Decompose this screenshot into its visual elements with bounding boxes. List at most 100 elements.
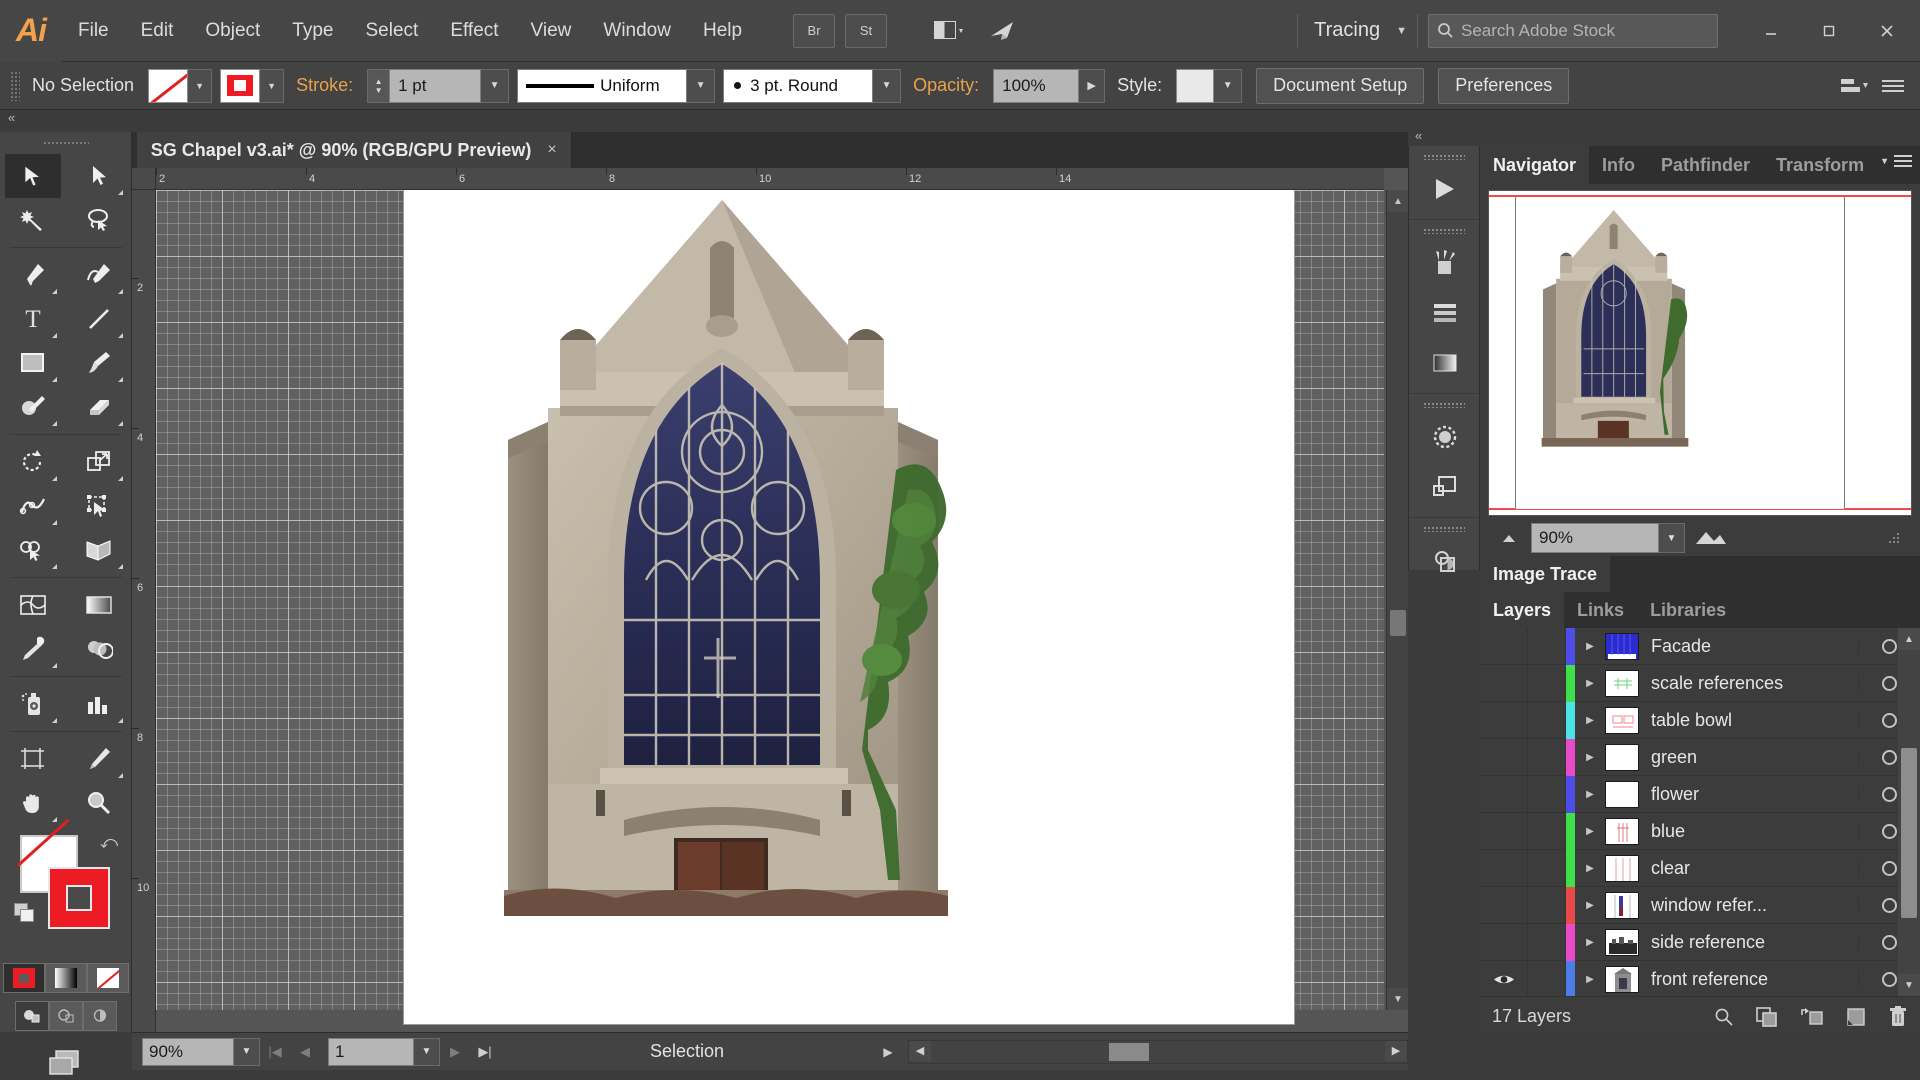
mesh-tool[interactable] — [5, 583, 61, 627]
color-mode-button[interactable] — [2, 963, 45, 993]
stroke-weight-control[interactable]: ▲ ▼ 1 pt ▼ — [367, 68, 510, 103]
make-clipping-mask-icon[interactable] — [1756, 1006, 1778, 1027]
tab-navigator[interactable]: Navigator — [1480, 146, 1590, 184]
none-mode-button[interactable] — [86, 963, 129, 993]
lasso-tool[interactable] — [71, 198, 127, 242]
stock-icon[interactable]: St — [845, 13, 888, 48]
free-transform-tool[interactable] — [71, 484, 127, 528]
table-row[interactable]: ▶ green — [1480, 738, 1920, 776]
dock-grip-3[interactable] — [1423, 402, 1465, 408]
style-swatch[interactable] — [1176, 68, 1215, 103]
artboard-number-control[interactable]: 1 ▼ — [320, 1037, 440, 1066]
draw-normal-button[interactable] — [14, 1001, 49, 1031]
navigator-zoom-control[interactable]: 90% ▼ — [1531, 523, 1685, 553]
transparency-icon[interactable] — [1409, 536, 1481, 586]
type-tool[interactable]: T — [5, 297, 61, 341]
paintbrush-tool[interactable] — [71, 341, 127, 385]
rectangle-tool[interactable] — [5, 341, 61, 385]
layers-panel-menu[interactable]: ▼ — [1880, 155, 1912, 167]
table-row[interactable]: ▶ side reference — [1480, 923, 1920, 961]
navigator-zoom-dropdown-icon[interactable]: ▼ — [1659, 523, 1685, 553]
layer-name[interactable]: scale references — [1651, 673, 1858, 694]
layer-expand-icon[interactable]: ▶ — [1575, 789, 1605, 800]
layer-lock-toggle[interactable] — [1528, 812, 1566, 850]
layer-visibility-toggle[interactable] — [1480, 738, 1528, 776]
menu-select[interactable]: Select — [350, 0, 435, 62]
control-bar-menu-icon[interactable] — [1882, 79, 1904, 92]
screen-mode-button[interactable] — [0, 1047, 131, 1079]
shaper-tool[interactable] — [5, 385, 61, 429]
gradient-icon[interactable] — [1409, 338, 1481, 388]
dock-grip-4[interactable] — [1423, 526, 1465, 532]
table-row[interactable]: ▶ window refer... — [1480, 886, 1920, 924]
table-row[interactable]: ▶ Facade — [1480, 628, 1920, 665]
fill-dropdown-icon[interactable]: ▼ — [188, 68, 213, 103]
layer-name[interactable]: side reference — [1651, 932, 1858, 953]
layer-expand-icon[interactable]: ▶ — [1575, 974, 1605, 985]
control-bar-grip[interactable] — [10, 70, 20, 101]
bridge-icon[interactable]: Br — [793, 13, 836, 48]
next-artboard-icon[interactable]: ▶ — [440, 1038, 470, 1066]
fill-control[interactable]: ▼ — [148, 68, 213, 103]
document-setup-button[interactable]: Document Setup — [1256, 67, 1425, 104]
layer-visibility-toggle[interactable] — [1480, 923, 1528, 961]
layer-name[interactable]: green — [1651, 747, 1858, 768]
layer-lock-toggle[interactable] — [1528, 923, 1566, 961]
layer-expand-icon[interactable]: ▶ — [1575, 678, 1605, 689]
layer-lock-toggle[interactable] — [1528, 701, 1566, 739]
curvature-tool[interactable] — [71, 253, 127, 297]
table-row[interactable]: ▶ scale references — [1480, 664, 1920, 702]
stroke-color-swatch[interactable] — [48, 867, 110, 929]
tab-libraries[interactable]: Libraries — [1637, 592, 1739, 628]
collapse-tools-icon[interactable]: « — [8, 110, 15, 125]
menu-type[interactable]: Type — [276, 0, 349, 62]
layer-lock-toggle[interactable] — [1528, 849, 1566, 887]
zoom-level-dropdown-icon[interactable]: ▼ — [234, 1037, 260, 1066]
eraser-tool[interactable] — [71, 385, 127, 429]
zoom-in-icon[interactable] — [1694, 529, 1728, 547]
layer-lock-toggle[interactable] — [1528, 775, 1566, 813]
layers-list[interactable]: ▶ Facade ▶ scale references ▶ table bowl… — [1480, 628, 1920, 996]
menu-view[interactable]: View — [515, 0, 588, 62]
tab-layers[interactable]: Layers — [1480, 592, 1565, 628]
brushes-icon[interactable] — [1409, 238, 1481, 288]
menu-object[interactable]: Object — [189, 0, 276, 62]
menu-edit[interactable]: Edit — [125, 0, 190, 62]
swap-fill-stroke-icon[interactable]: ⤺ — [100, 833, 118, 853]
scroll-down-icon[interactable]: ▼ — [1387, 988, 1408, 1010]
hand-tool[interactable] — [5, 781, 61, 825]
artboard-tool[interactable] — [5, 737, 61, 781]
tool-panel-toggle-icon[interactable] — [1409, 164, 1481, 214]
menu-help[interactable]: Help — [687, 0, 758, 62]
opacity-value[interactable]: 100% — [993, 68, 1080, 103]
layers-scroll-up-icon[interactable]: ▲ — [1898, 628, 1920, 650]
tab-links[interactable]: Links — [1564, 592, 1637, 628]
chapel-facade-photo[interactable] — [496, 190, 956, 930]
ruler-corner[interactable] — [132, 168, 156, 190]
delete-selection-icon[interactable] — [1888, 1005, 1908, 1028]
scroll-right-icon[interactable]: ▶ — [1385, 1040, 1407, 1061]
tab-pathfinder[interactable]: Pathfinder — [1648, 146, 1763, 184]
gradient-mode-button[interactable] — [44, 963, 87, 993]
layer-lock-toggle[interactable] — [1528, 960, 1566, 996]
draw-behind-button[interactable] — [48, 1001, 83, 1031]
column-graph-tool[interactable] — [71, 682, 127, 726]
dock-grip-2[interactable] — [1423, 228, 1465, 234]
expand-dock-icon[interactable]: « — [1415, 128, 1422, 143]
menu-file[interactable]: File — [62, 0, 125, 62]
layer-name[interactable]: window refer... — [1651, 895, 1858, 916]
workspace-name[interactable]: Tracing — [1308, 19, 1386, 42]
layers-scroll-thumb[interactable] — [1901, 748, 1917, 918]
layer-lock-toggle[interactable] — [1528, 664, 1566, 702]
navigator-resize-grip[interactable] — [1886, 530, 1902, 546]
canvas-area[interactable]: 2 4 6 8 10 12 14 2 4 6 8 10 ▲ ▼ — [132, 168, 1408, 1032]
layer-name[interactable]: Facade — [1651, 636, 1858, 657]
tab-transform[interactable]: Transform — [1763, 146, 1877, 184]
style-dropdown-icon[interactable]: ▼ — [1214, 68, 1243, 103]
tab-image-trace[interactable]: Image Trace — [1480, 556, 1611, 592]
tools-panel-grip[interactable]: « — [0, 110, 131, 154]
blend-tool[interactable] — [71, 627, 127, 671]
stroke-profile-dropdown-icon[interactable]: ▼ — [687, 68, 716, 103]
preferences-button[interactable]: Preferences — [1438, 67, 1570, 104]
layers-scroll-down-icon[interactable]: ▼ — [1898, 974, 1920, 996]
